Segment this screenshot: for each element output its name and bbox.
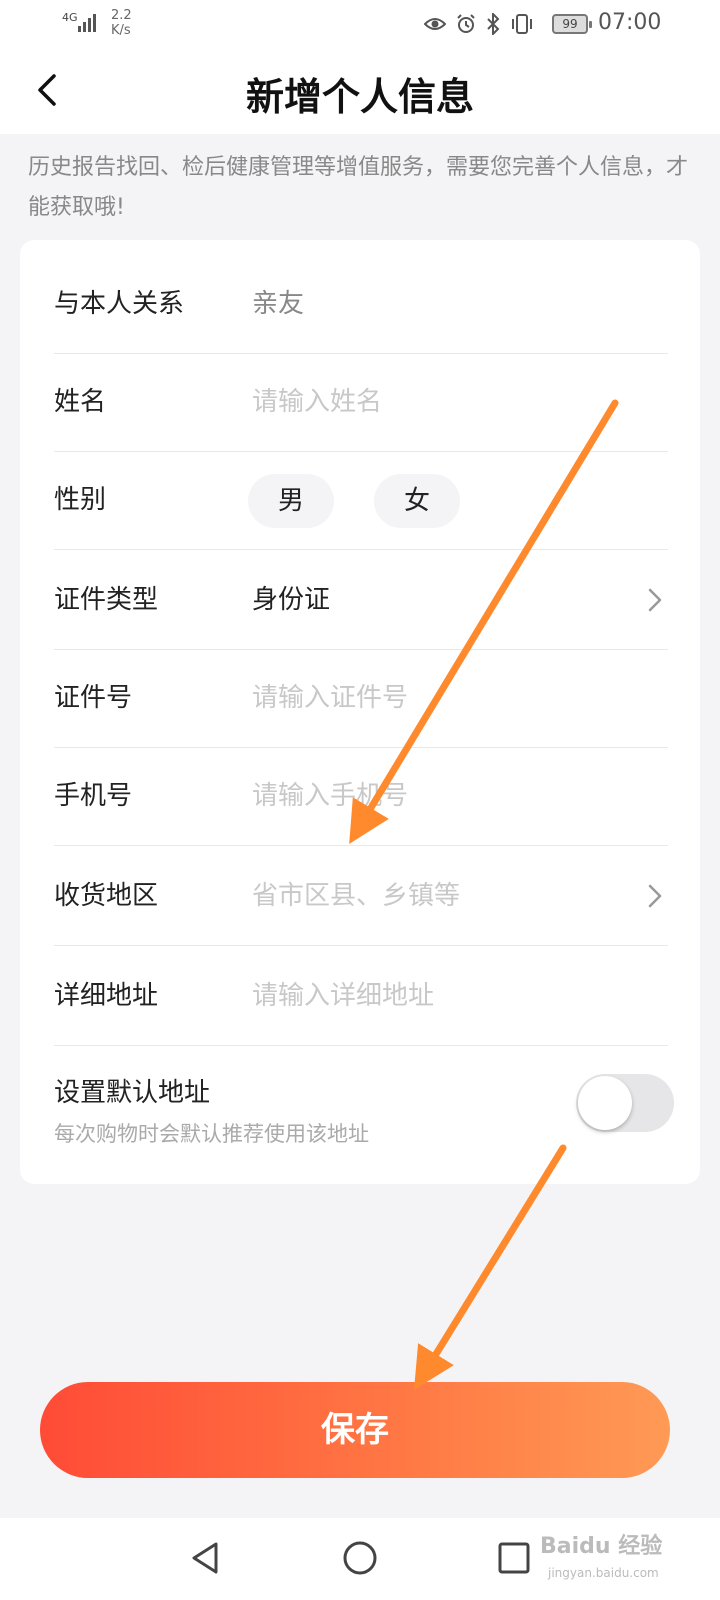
default-address-subtitle: 每次购物时会默认推荐使用该地址: [54, 1122, 369, 1146]
signal-icon: [78, 14, 96, 32]
default-address-toggle[interactable]: [576, 1074, 674, 1132]
relation-label: 与本人关系: [54, 289, 185, 319]
network-speed: 2.2 K/s: [111, 8, 132, 38]
id-number-label: 证件号: [54, 683, 133, 713]
gender-female-button[interactable]: 女: [374, 474, 460, 528]
default-address-row: 设置默认地址 每次购物时会默认推荐使用该地址: [54, 1066, 674, 1166]
id-number-row: 证件号: [54, 648, 668, 748]
name-label: 姓名: [54, 387, 107, 417]
default-address-title: 设置默认地址: [54, 1078, 211, 1108]
page-title: 新增个人信息: [245, 75, 474, 119]
phone-input[interactable]: [252, 772, 632, 820]
status-bar: 4G 2.2 K/s 99 07:00: [0, 0, 720, 48]
id-type-label: 证件类型: [54, 585, 159, 615]
status-icons: [424, 12, 534, 36]
nav-recents-icon[interactable]: [494, 1538, 534, 1578]
id-number-input[interactable]: [252, 674, 632, 722]
region-select[interactable]: [252, 872, 632, 920]
personal-info-form: 与本人关系 亲友 姓名 性别 男 女 证件类型 身份证 证件号 手机号 收货地区…: [20, 240, 700, 1184]
nav-back-icon[interactable]: [186, 1538, 226, 1578]
phone-row: 手机号: [54, 746, 668, 846]
address-label: 详细地址: [54, 981, 159, 1011]
eye-icon: [424, 18, 446, 30]
address-input[interactable]: [252, 972, 632, 1020]
region-label: 收货地区: [54, 881, 159, 911]
chevron-right-icon: [648, 884, 662, 908]
info-hint: 历史报告找回、检后健康管理等增值服务，需要您完善个人信息，才能获取哦!: [28, 155, 689, 220]
watermark: Baidu 经验: [540, 1534, 663, 1559]
relation-row[interactable]: 与本人关系 亲友: [54, 254, 668, 354]
alarm-icon: [457, 14, 475, 33]
status-time: 07:00: [598, 10, 662, 35]
relation-value[interactable]: 亲友: [252, 254, 304, 354]
name-input[interactable]: [252, 378, 632, 426]
gender-male-button[interactable]: 男: [248, 474, 334, 528]
gender-label: 性别: [54, 485, 107, 515]
toggle-knob: [578, 1076, 632, 1130]
save-button[interactable]: 保存: [40, 1382, 670, 1478]
header: 新增个人信息: [0, 48, 720, 134]
chevron-right-icon: [648, 588, 662, 612]
id-type-value: 身份证: [252, 585, 331, 615]
name-row: 姓名: [54, 352, 668, 452]
bluetooth-icon: [487, 13, 500, 35]
phone-label: 手机号: [54, 781, 133, 811]
battery-indicator: 99: [552, 14, 592, 34]
nav-home-icon[interactable]: [340, 1538, 380, 1578]
gender-row: 性别 男 女: [54, 450, 668, 550]
watermark-url: jingyan.baidu.com: [548, 1566, 659, 1580]
id-type-row[interactable]: 证件类型 身份证: [54, 550, 668, 650]
region-row[interactable]: 收货地区: [54, 846, 668, 946]
address-row: 详细地址: [54, 946, 668, 1046]
vibrate-icon: [512, 14, 532, 34]
